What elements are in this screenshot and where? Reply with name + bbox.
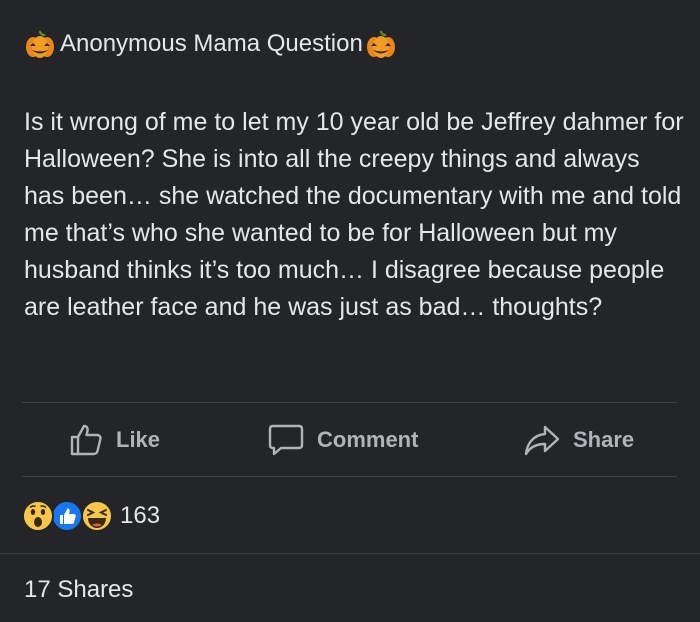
- thumbs-up-icon: [68, 422, 104, 458]
- share-button-label: Share: [573, 426, 635, 452]
- post-action-bar: Like Comment Share: [22, 403, 677, 476]
- reactions-summary[interactable]: 163: [22, 496, 160, 536]
- like-button-label: Like: [116, 426, 161, 452]
- like-button[interactable]: Like: [68, 403, 160, 476]
- speech-bubble-icon: [267, 422, 305, 458]
- pumpkin-icon: [365, 28, 397, 60]
- share-button[interactable]: Share: [523, 403, 634, 476]
- share-arrow-icon: [523, 422, 561, 458]
- comment-button[interactable]: Comment: [267, 403, 418, 476]
- divider: [22, 476, 677, 477]
- comment-button-label: Comment: [317, 426, 419, 452]
- post-card: Anonymous Mama Question Is it wrong of m…: [0, 0, 700, 622]
- post-title-row: Anonymous Mama Question: [24, 28, 397, 60]
- shares-count[interactable]: 17 Shares: [24, 576, 133, 604]
- reaction-icons: [22, 496, 114, 536]
- post-title: Anonymous Mama Question: [60, 30, 363, 57]
- post-body-text: Is it wrong of me to let my 10 year old …: [24, 108, 684, 321]
- reaction-count: 163: [120, 502, 161, 529]
- like-reaction-icon: [51, 500, 83, 532]
- haha-reaction-icon: [81, 500, 113, 532]
- divider: [0, 553, 700, 554]
- wow-reaction-icon: [22, 500, 54, 532]
- pumpkin-icon: [24, 28, 56, 60]
